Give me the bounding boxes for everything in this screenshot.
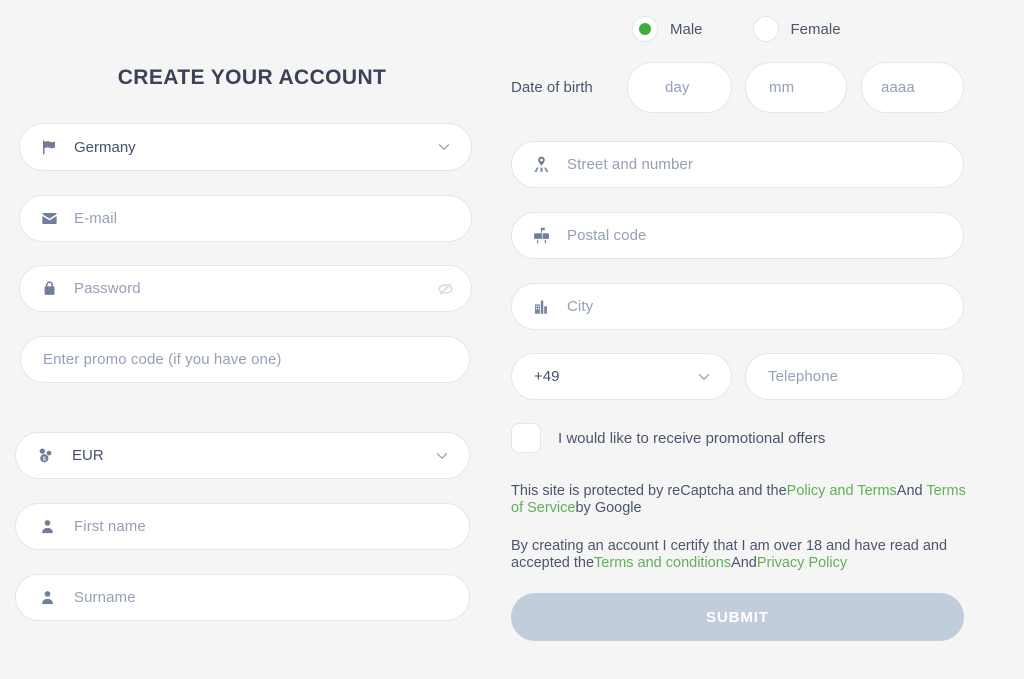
- password-field[interactable]: Password: [19, 265, 472, 312]
- postal-code-field[interactable]: Postal code: [511, 212, 964, 259]
- policy-and-terms-link[interactable]: Policy and Terms: [787, 483, 897, 499]
- surname-placeholder: Surname: [74, 589, 136, 606]
- recaptcha-text-part1: This site is protected by reCaptcha and …: [511, 483, 787, 499]
- postal-code-placeholder: Postal code: [567, 227, 647, 244]
- signup-page: CREATE YOUR ACCOUNT Germany E-mail Passw…: [0, 0, 1024, 679]
- promotional-offers-row[interactable]: I would like to receive promotional offe…: [511, 423, 825, 453]
- city-building-icon: [530, 296, 552, 318]
- radio-male[interactable]: [632, 16, 658, 42]
- dob-day-placeholder: day: [665, 79, 690, 96]
- chevron-down-icon[interactable]: [435, 138, 453, 156]
- street-placeholder: Street and number: [567, 156, 693, 173]
- terms-and-conditions-link[interactable]: Terms and conditions: [594, 555, 731, 571]
- promo-code-placeholder: Enter promo code (if you have one): [43, 351, 282, 368]
- page-title: CREATE YOUR ACCOUNT: [117, 66, 387, 89]
- dob-month-placeholder: mm: [769, 79, 795, 96]
- gender-radio-group: Male Female: [632, 16, 841, 42]
- terms-text-part2: And: [731, 555, 757, 571]
- city-placeholder: City: [567, 298, 594, 315]
- submit-button[interactable]: SUBMIT: [511, 593, 964, 641]
- date-of-birth-label: Date of birth: [511, 79, 593, 96]
- gender-option-female[interactable]: Female: [752, 16, 841, 42]
- dob-month-field[interactable]: mm: [745, 62, 847, 113]
- terms-legal-text: By creating an account I certify that I …: [511, 538, 971, 572]
- dob-year-placeholder: aaaa: [881, 79, 915, 96]
- user-icon: [36, 587, 58, 609]
- recaptcha-text-part3: by Google: [575, 500, 642, 516]
- recaptcha-text-part2: And: [896, 483, 927, 499]
- first-name-field[interactable]: First name: [15, 503, 470, 550]
- eye-off-icon[interactable]: [436, 279, 455, 298]
- currency-value: EUR: [72, 447, 104, 464]
- country-value: Germany: [74, 138, 136, 156]
- telephone-placeholder: Telephone: [768, 368, 839, 385]
- coins-icon: S: [34, 445, 56, 467]
- password-placeholder: Password: [74, 280, 141, 297]
- country-select[interactable]: Germany: [19, 123, 472, 171]
- first-name-placeholder: First name: [74, 518, 146, 535]
- chevron-down-icon[interactable]: [433, 447, 451, 465]
- dob-day-field[interactable]: day: [627, 62, 732, 113]
- email-field[interactable]: E-mail: [19, 195, 472, 242]
- mailbox-icon: [530, 225, 552, 247]
- promo-code-field[interactable]: Enter promo code (if you have one): [20, 336, 470, 383]
- email-placeholder: E-mail: [74, 210, 118, 227]
- privacy-policy-link[interactable]: Privacy Policy: [757, 555, 847, 571]
- radio-female[interactable]: [752, 16, 779, 42]
- chevron-down-icon[interactable]: [695, 368, 713, 386]
- surname-field[interactable]: Surname: [15, 574, 470, 621]
- radio-female-label: Female: [790, 20, 841, 38]
- user-icon: [36, 516, 58, 538]
- gender-option-male[interactable]: Male: [632, 16, 703, 42]
- promotional-offers-label: I would like to receive promotional offe…: [558, 429, 826, 447]
- currency-select[interactable]: S EUR: [15, 432, 470, 479]
- radio-male-dot: [639, 23, 651, 35]
- city-field[interactable]: City: [511, 283, 964, 330]
- telephone-field[interactable]: Telephone: [745, 353, 964, 400]
- lock-icon: [38, 278, 60, 300]
- recaptcha-legal-text: This site is protected by reCaptcha and …: [511, 483, 971, 517]
- envelope-icon: [38, 208, 60, 230]
- radio-male-label: Male: [670, 20, 703, 38]
- street-field[interactable]: Street and number: [511, 141, 964, 188]
- phone-prefix-select[interactable]: +49: [511, 353, 732, 400]
- flag-icon: [38, 136, 60, 158]
- phone-prefix-value: +49: [534, 368, 560, 385]
- dob-year-field[interactable]: aaaa: [861, 62, 964, 113]
- promotional-offers-checkbox[interactable]: [511, 423, 541, 453]
- street-pin-icon: [530, 154, 552, 176]
